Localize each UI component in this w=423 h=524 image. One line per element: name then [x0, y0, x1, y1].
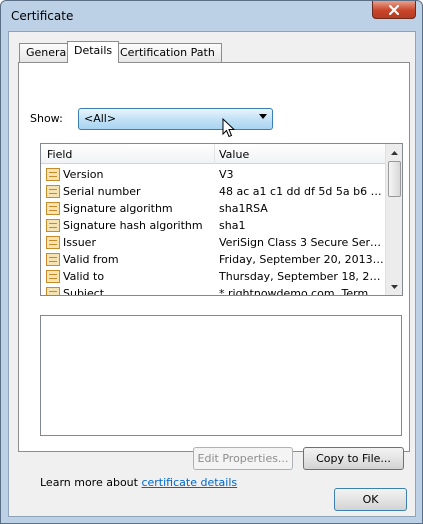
scroll-up-arrow-icon [391, 150, 398, 155]
list-item[interactable]: Version V3 [41, 166, 386, 183]
certificate-field-icon [46, 270, 60, 283]
close-button[interactable] [372, 1, 416, 19]
scrollbar-thumb[interactable] [388, 161, 401, 197]
list-item[interactable]: Signature hash algorithm sha1 [41, 217, 386, 234]
details-tab-panel: Show: <All> Field Value Version V3 Seria… [18, 62, 410, 489]
scroll-down-arrow-icon [391, 284, 398, 289]
row-value: VeriSign Class 3 Secure Server... [219, 236, 384, 249]
tab-certification-path[interactable]: Certification Path [113, 43, 222, 62]
row-value: * rightnowdemo.com, Terms o... [219, 287, 384, 296]
certificate-window: Certificate General Details Certificatio… [0, 0, 423, 524]
certificate-field-icon [46, 287, 60, 295]
row-value: 48 ac a1 c1 dd df 5d 5a b6 54 ... [219, 185, 384, 198]
copy-to-file-button[interactable]: Copy to File... [303, 447, 404, 470]
ok-button[interactable]: OK [334, 488, 407, 511]
row-value: Thursday, September 18, 201... [219, 270, 384, 283]
scroll-up-button[interactable] [387, 145, 402, 160]
show-label: Show: [30, 112, 63, 125]
show-select[interactable]: <All> [78, 108, 273, 130]
tab-details[interactable]: Details [67, 41, 120, 63]
mouse-pointer-icon [222, 118, 235, 138]
row-value: sha1 [219, 219, 246, 232]
field-value-detail-box[interactable] [40, 315, 402, 436]
row-field: Valid from [63, 253, 119, 266]
row-field: Version [63, 168, 104, 181]
list-item[interactable]: Serial number 48 ac a1 c1 dd df 5d 5a b6… [41, 183, 386, 200]
column-header-field[interactable]: Field [47, 148, 72, 161]
certificate-field-icon [46, 236, 60, 249]
list-item[interactable]: Signature algorithm sha1RSA [41, 200, 386, 217]
field-list-header: Field Value [41, 144, 386, 164]
row-field: Serial number [63, 185, 141, 198]
row-value: sha1RSA [219, 202, 268, 215]
certificate-field-icon [46, 202, 60, 215]
certificate-field-icon [46, 253, 60, 266]
column-divider[interactable] [214, 144, 215, 164]
chevron-down-icon [259, 114, 267, 119]
show-select-value: <All> [84, 112, 117, 125]
dialog-client-area: General Details Certification Path Show:… [8, 31, 416, 517]
certificate-field-icon [46, 168, 60, 181]
scroll-down-button[interactable] [387, 279, 402, 294]
row-field: Signature hash algorithm [63, 219, 203, 232]
row-value: V3 [219, 168, 234, 181]
list-item[interactable]: Subject * rightnowdemo.com, Terms o... [41, 285, 386, 296]
list-item[interactable]: Valid from Friday, September 20, 2013 5.… [41, 251, 386, 268]
certificate-field-icon [46, 185, 60, 198]
window-title: Certificate [11, 9, 74, 23]
close-icon [389, 4, 399, 15]
row-field: Issuer [63, 236, 96, 249]
row-value: Friday, September 20, 2013 5... [219, 253, 384, 266]
list-item[interactable]: Issuer VeriSign Class 3 Secure Server... [41, 234, 386, 251]
row-field: Valid to [63, 270, 105, 283]
learn-more-label: Learn more about [40, 476, 142, 489]
certificate-details-link[interactable]: certificate details [141, 476, 237, 489]
row-field: Signature algorithm [63, 202, 173, 215]
field-list[interactable]: Field Value Version V3 Serial number 48 … [40, 143, 403, 296]
list-item[interactable]: Valid to Thursday, September 18, 201... [41, 268, 386, 285]
edit-properties-button[interactable]: Edit Properties... [193, 447, 293, 470]
vertical-scrollbar[interactable] [385, 144, 402, 295]
column-header-value[interactable]: Value [219, 148, 249, 161]
certificate-field-icon [46, 219, 60, 232]
row-field: Subject [63, 287, 105, 296]
learn-more-text: Learn more about certificate details [40, 476, 237, 489]
